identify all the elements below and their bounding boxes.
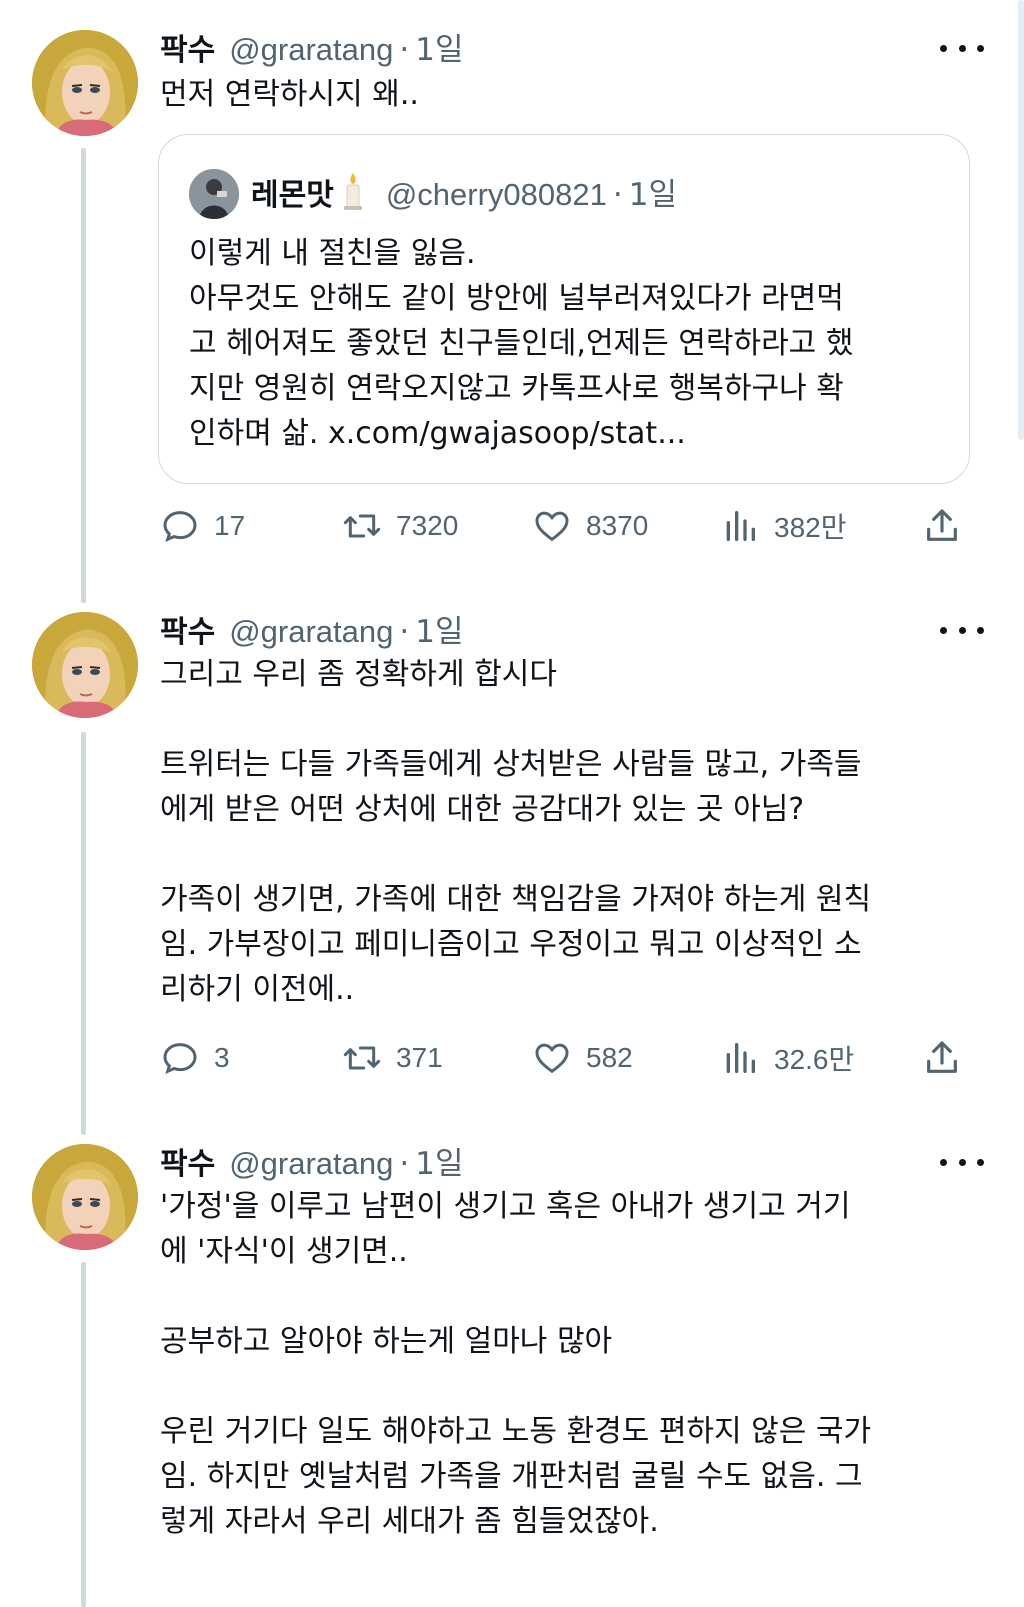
tweet-text: 먼저 연락하시지 왜.. xyxy=(160,77,419,112)
avatar[interactable] xyxy=(32,30,138,136)
retweet-count: 7320 xyxy=(396,510,459,541)
like-button[interactable]: 582 xyxy=(532,1036,633,1080)
timestamp[interactable]: 1일 xyxy=(415,606,463,651)
quoted-text: 이렇게 내 절친을 잃음. 아무것도 안해도 같이 방안에 널부러져있다가 라면… xyxy=(189,236,854,451)
retweet-icon xyxy=(343,1046,381,1070)
tweet-text: 그리고 우리 좀 정확하게 합시다 트위터는 다들 가족들에게 상처받은 사람들… xyxy=(160,657,872,1007)
author-name[interactable]: 팍수 xyxy=(160,25,215,69)
more-icon[interactable] xyxy=(940,1152,984,1172)
like-count: 8370 xyxy=(586,510,649,541)
separator-dot: · xyxy=(399,1146,410,1182)
retweet-button[interactable]: 371 xyxy=(342,1036,443,1080)
like-button[interactable]: 8370 xyxy=(532,504,648,548)
separator-dot: · xyxy=(612,177,623,213)
quoted-author-handle: @cherry080821 xyxy=(385,177,607,212)
quoted-avatar xyxy=(189,169,239,219)
tweet-header: 팍수 @graratang · 1일 xyxy=(160,1138,464,1184)
author-handle[interactable]: @graratang xyxy=(229,1146,393,1182)
reply-count: 3 xyxy=(214,1042,230,1073)
views-button[interactable]: 382만 xyxy=(720,504,846,548)
avatar[interactable] xyxy=(32,612,138,718)
like-icon xyxy=(535,1043,569,1074)
share-button[interactable] xyxy=(922,504,962,548)
views-icon xyxy=(726,510,755,541)
author-handle[interactable]: @graratang xyxy=(229,614,393,650)
quoted-tweet[interactable]: 레몬맛 @cherry080821 · 1일 이렇게 내 절친을 잃음. 아무것… xyxy=(158,134,970,484)
avatar[interactable] xyxy=(32,1144,138,1250)
like-icon xyxy=(535,511,569,542)
share-button[interactable] xyxy=(922,1036,962,1080)
share-icon xyxy=(927,1041,957,1073)
like-count: 582 xyxy=(586,1042,633,1073)
quoted-timestamp: 1일 xyxy=(628,177,677,213)
action-bar: 3 371 582 32.6만 xyxy=(160,1036,970,1080)
tweet-header: 팍수 @graratang · 1일 xyxy=(160,24,464,70)
reply-button[interactable]: 17 xyxy=(160,504,245,548)
reply-count: 17 xyxy=(214,510,246,541)
views-icon xyxy=(726,1043,755,1073)
tweet-header: 팍수 @graratang · 1일 xyxy=(160,606,464,652)
author-name[interactable]: 팍수 xyxy=(160,607,215,651)
retweet-button[interactable]: 7320 xyxy=(342,504,458,548)
more-icon[interactable] xyxy=(940,38,984,58)
reply-button[interactable]: 3 xyxy=(160,1036,230,1080)
reply-icon xyxy=(163,511,197,543)
candle-icon xyxy=(340,171,366,211)
share-icon xyxy=(927,509,957,541)
quoted-author-name: 레몬맛 xyxy=(251,178,334,213)
separator-dot: · xyxy=(399,32,410,68)
author-handle[interactable]: @graratang xyxy=(229,32,393,68)
tweet[interactable]: 팍수 @graratang · 1일 '가정'을 이루고 남편이 생기고 혹은 … xyxy=(0,1132,1024,1607)
author-name[interactable]: 팍수 xyxy=(160,1139,215,1183)
views-button[interactable]: 32.6만 xyxy=(720,1036,854,1080)
tweet[interactable]: 팍수 @graratang · 1일 그리고 우리 좀 정확하게 합시다 트위터… xyxy=(0,600,1024,1120)
retweet-icon xyxy=(343,514,381,538)
retweet-count: 371 xyxy=(396,1042,443,1073)
reply-icon xyxy=(163,1043,197,1075)
timestamp[interactable]: 1일 xyxy=(415,24,463,69)
tweet[interactable]: 팍수 @graratang · 1일 먼저 연락하시지 왜.. 레몬맛 @che… xyxy=(0,0,1024,580)
separator-dot: · xyxy=(399,614,410,650)
action-bar: 17 7320 8370 382만 xyxy=(160,504,970,548)
tweet-text: '가정'을 이루고 남편이 생기고 혹은 아내가 생기고 거기 에 '자식'이 … xyxy=(160,1189,872,1539)
views-count: 382만 xyxy=(774,512,847,543)
views-count: 32.6만 xyxy=(774,1044,855,1075)
more-icon[interactable] xyxy=(940,620,984,640)
timestamp[interactable]: 1일 xyxy=(415,1138,463,1183)
